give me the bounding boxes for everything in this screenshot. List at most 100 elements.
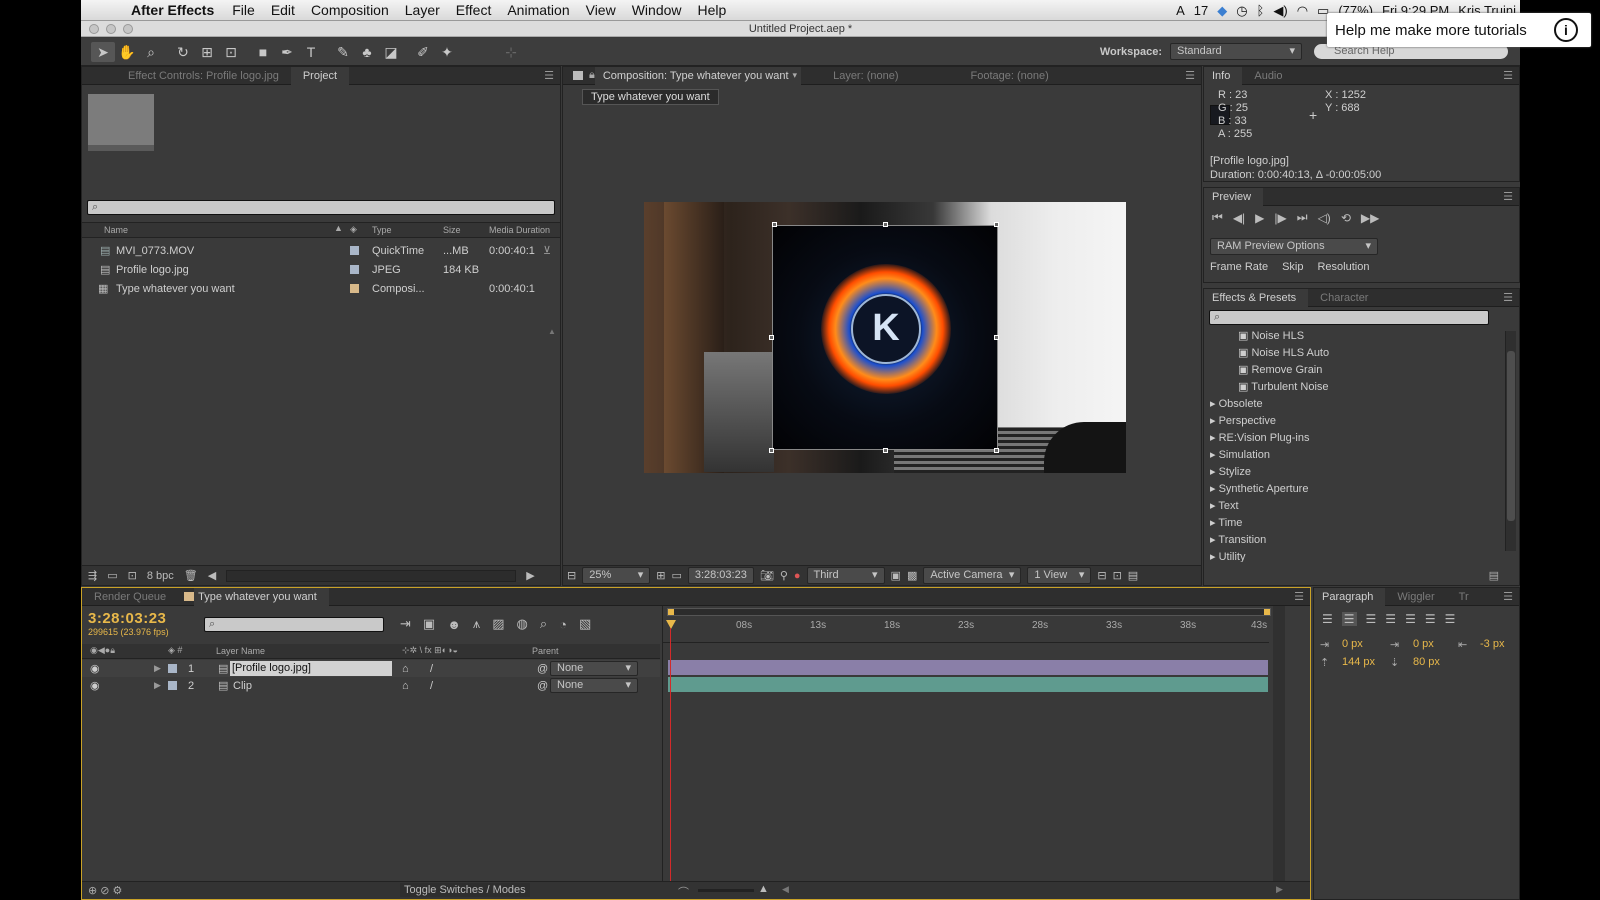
panel-menu-icon[interactable]: ☰: [544, 69, 554, 82]
pick-whip-icon[interactable]: @: [537, 680, 548, 692]
time-graph[interactable]: 08s 13s 18s 23s 28s 33s 38s 43s: [662, 606, 1285, 882]
current-time-display[interactable]: 3:28:03:23: [687, 567, 754, 584]
timeline-icon[interactable]: ▤: [1128, 569, 1138, 582]
layer-row[interactable]: ◉ ▶ 1 ▤ [Profile logo.jpg] ⌂ / @ None ▾: [82, 660, 660, 677]
justify-last-right-icon[interactable]: ☰: [1425, 612, 1436, 626]
indent-left-value[interactable]: 0 px: [1342, 638, 1363, 650]
minimize-window-button[interactable]: [106, 24, 116, 34]
project-item[interactable]: ▤ Profile logo.jpg JPEG 184 KB: [82, 260, 560, 279]
timeline-current-time[interactable]: 3:28:03:23 299615 (23.976 fps): [88, 610, 169, 637]
frame-blending-icon[interactable]: ⩚: [473, 616, 480, 632]
scrollbar-thumb[interactable]: [1507, 351, 1515, 521]
layer-handle[interactable]: [772, 222, 777, 227]
menu-effect[interactable]: Effect: [448, 2, 500, 18]
menu-view[interactable]: View: [578, 2, 624, 18]
view-layout-dropdown[interactable]: 1 View ▾: [1027, 567, 1092, 584]
category-item[interactable]: ▸ Utility: [1210, 549, 1472, 562]
camera-dropdown[interactable]: Active Camera ▾: [923, 567, 1022, 584]
pick-whip-icon[interactable]: @: [537, 663, 548, 675]
visibility-eye-icon[interactable]: ◉: [90, 662, 100, 675]
adobe-icon[interactable]: A: [1176, 3, 1185, 18]
motion-blur-icon[interactable]: ▨: [492, 616, 504, 632]
roto-brush-tool-icon[interactable]: ✐: [411, 42, 435, 62]
dropbox-icon[interactable]: ◆: [1217, 3, 1227, 19]
timeline-search-input[interactable]: ⌕: [204, 617, 384, 632]
previous-frame-icon[interactable]: ◀|: [1233, 211, 1245, 225]
tab-effect-controls[interactable]: Effect Controls: Profile logo.jpg: [82, 67, 291, 85]
menu-layer[interactable]: Layer: [397, 2, 448, 18]
tab-info[interactable]: Info: [1204, 66, 1243, 85]
layer-handle[interactable]: [994, 335, 999, 340]
space-before-value[interactable]: 144 px: [1342, 656, 1375, 668]
layer-switches-header-icon[interactable]: ⊹✲ \ fx ⊞◐◑◒: [402, 645, 458, 656]
timeline-vertical-scrollbar[interactable]: [1273, 606, 1285, 882]
effect-item[interactable]: ▣ Remove Grain: [1210, 362, 1472, 379]
category-item[interactable]: ▸ RE:Vision Plug-ins: [1210, 430, 1472, 447]
brush-tool-icon[interactable]: ✎: [331, 42, 355, 62]
tab-render-queue[interactable]: Render Queue: [82, 588, 178, 606]
layer-name[interactable]: Clip: [233, 680, 252, 692]
effect-item[interactable]: ▣ Turbulent Noise: [1210, 379, 1472, 396]
effect-item[interactable]: ▣ Noise HLS Auto: [1210, 345, 1472, 362]
label-column-icon[interactable]: ◈ #: [168, 645, 182, 656]
layer-handle[interactable]: [769, 335, 774, 340]
clone-stamp-tool-icon[interactable]: ♣: [355, 42, 379, 62]
chevron-down-icon[interactable]: ▾: [793, 70, 798, 81]
comp-name-label[interactable]: Type whatever you want: [582, 89, 719, 105]
scroll-up-icon[interactable]: ▲: [548, 327, 556, 336]
panel-menu-icon[interactable]: ☰: [1503, 590, 1513, 603]
indent-first-line-value[interactable]: 0 px: [1413, 638, 1434, 650]
show-snapshot-icon[interactable]: ⚲: [780, 569, 788, 582]
tab-composition-timeline[interactable]: Type whatever you want: [194, 587, 329, 606]
tab-wiggler[interactable]: Wiggler: [1385, 588, 1446, 606]
menu-window[interactable]: Window: [624, 2, 690, 18]
label-column-icon[interactable]: ◈: [350, 224, 357, 235]
category-item[interactable]: ▸ Perspective: [1210, 413, 1472, 430]
bluetooth-icon[interactable]: ᛒ: [1257, 3, 1265, 18]
ram-preview-options-dropdown[interactable]: RAM Preview Options ▾: [1210, 238, 1378, 255]
last-frame-icon[interactable]: ⏭: [1297, 210, 1308, 225]
parent-dropdown[interactable]: None ▾: [550, 661, 638, 676]
mute-audio-icon[interactable]: ◁): [1318, 211, 1331, 225]
eraser-tool-icon[interactable]: ◪: [379, 42, 403, 62]
workspace-dropdown[interactable]: Standard ▾: [1170, 43, 1302, 60]
project-item[interactable]: ▦ Type whatever you want Composi... 0:00…: [82, 279, 560, 298]
menu-app-name[interactable]: After Effects: [119, 2, 224, 18]
visibility-eye-icon[interactable]: ◉: [90, 679, 100, 692]
shy-switch-icon[interactable]: ⌂: [402, 663, 409, 675]
category-item[interactable]: ▸ Obsolete: [1210, 396, 1472, 413]
layer-handle[interactable]: [883, 448, 888, 453]
axis-mode-icon[interactable]: ⊹: [499, 42, 523, 62]
tab-footage[interactable]: Footage: (none): [959, 67, 1061, 85]
wifi-icon[interactable]: ◠: [1297, 3, 1308, 19]
layer-duration-bar[interactable]: [668, 660, 1268, 675]
rectangle-tool-icon[interactable]: ■: [251, 42, 275, 62]
play-icon[interactable]: ▶: [1255, 211, 1264, 225]
brainstorm-icon[interactable]: ◍: [517, 616, 528, 632]
zoom-tool-icon[interactable]: ⌕: [139, 42, 163, 62]
av-features-icon[interactable]: ◉◀●🔒︎: [90, 645, 115, 656]
first-frame-icon[interactable]: ⏮: [1212, 210, 1223, 225]
menu-composition[interactable]: Composition: [303, 2, 397, 18]
column-name[interactable]: Name: [104, 225, 128, 235]
toggle-pixel-icon[interactable]: ⊟: [1097, 569, 1106, 582]
time-ruler[interactable]: 08s 13s 18s 23s 28s 33s 38s 43s: [663, 618, 1269, 643]
tab-effects-presets[interactable]: Effects & Presets: [1204, 288, 1309, 307]
composition-mini-flowchart-icon[interactable]: ⇥: [400, 616, 411, 632]
snapshot-icon[interactable]: 📷︎: [760, 569, 774, 582]
effect-item[interactable]: ▣ Noise HLS: [1210, 328, 1472, 345]
scroll-left-icon[interactable]: ◀: [208, 569, 216, 582]
panel-menu-icon[interactable]: ☰: [1503, 69, 1513, 82]
expand-panes-icon[interactable]: ⊕ ⊘ ⚙: [88, 884, 122, 897]
tab-preview[interactable]: Preview: [1204, 187, 1264, 206]
menu-animation[interactable]: Animation: [499, 2, 577, 18]
parent-dropdown[interactable]: None ▾: [550, 678, 638, 693]
tab-character[interactable]: Character: [1308, 289, 1380, 307]
column-duration[interactable]: Media Duration: [489, 225, 550, 235]
layer-label-swatch[interactable]: [168, 664, 177, 673]
region-of-interest-icon[interactable]: ▣: [891, 569, 901, 582]
scroll-right-icon[interactable]: ▶: [1276, 884, 1283, 895]
column-parent[interactable]: Parent: [532, 646, 559, 656]
trash-icon[interactable]: 🗑: [184, 569, 198, 582]
quality-switch-icon[interactable]: /: [430, 680, 433, 692]
